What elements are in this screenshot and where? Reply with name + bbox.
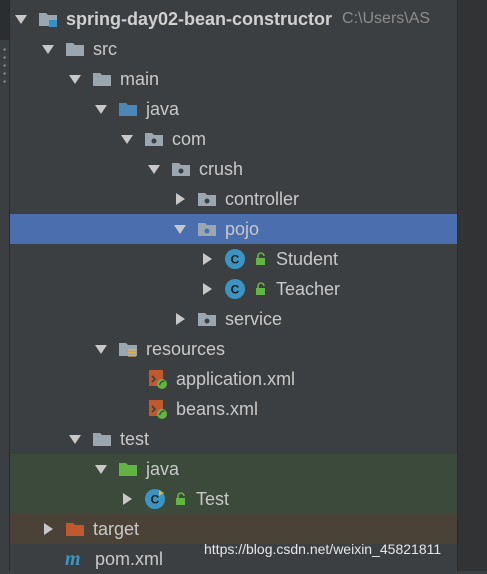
expand-arrow-icon[interactable] — [41, 42, 55, 56]
tree-item-label: Student — [276, 249, 339, 269]
tree-item-controller[interactable]: controller — [10, 184, 487, 214]
package-icon — [197, 310, 217, 328]
expand-arrow-icon[interactable] — [94, 342, 108, 356]
package-icon — [171, 160, 191, 178]
folder-icon — [92, 430, 112, 448]
project-tree: spring-day02-bean-constructor C:\Users\A… — [10, 0, 457, 571]
tree-item-main[interactable]: main — [10, 64, 487, 94]
package-icon — [144, 130, 164, 148]
tree-item-label: java — [146, 99, 180, 119]
class-icon: C — [224, 248, 246, 270]
tree-item-service[interactable]: service — [10, 304, 487, 334]
tree-item-label: Test — [196, 489, 230, 509]
tree-item-src[interactable]: src — [10, 34, 487, 64]
lock-icon — [254, 252, 268, 266]
expand-arrow-icon[interactable] — [147, 162, 161, 176]
tree-item-label: java — [146, 459, 180, 479]
tree-item-target[interactable]: target — [10, 514, 457, 544]
collapse-arrow-icon[interactable] — [120, 492, 134, 506]
tool-window-tab[interactable]: ▪ ▪ ▪ ▪ ▪ — [0, 46, 9, 86]
tree-item-label: pom.xml — [95, 549, 164, 569]
project-path: C:\Users\AS — [342, 10, 431, 27]
scrollbar-track[interactable] — [457, 0, 487, 571]
maven-icon: m — [65, 547, 81, 570]
collapse-arrow-icon[interactable] — [173, 192, 187, 206]
tree-item-java[interactable]: java — [10, 94, 487, 124]
source-folder-icon — [118, 100, 138, 118]
package-icon — [197, 220, 217, 238]
collapse-arrow-icon[interactable] — [41, 522, 55, 536]
tree-item-test-java[interactable]: java — [10, 454, 457, 484]
tree-item-label: pojo — [225, 219, 260, 239]
tree-item-label: src — [93, 39, 117, 59]
expand-arrow-icon[interactable] — [173, 222, 187, 236]
tree-item-label: beans.xml — [176, 399, 259, 419]
resources-folder-icon — [118, 340, 138, 358]
expand-arrow-icon[interactable] — [14, 12, 28, 26]
collapse-arrow-icon[interactable] — [200, 252, 214, 266]
spring-xml-icon — [148, 399, 168, 419]
excluded-folder-icon — [65, 520, 85, 538]
tree-item-beans-xml[interactable]: beans.xml — [10, 394, 487, 424]
tree-item-resources[interactable]: resources — [10, 334, 487, 364]
lock-icon — [254, 282, 268, 296]
folder-icon — [92, 70, 112, 88]
tree-item-project-root[interactable]: spring-day02-bean-constructor C:\Users\A… — [10, 4, 461, 34]
expand-arrow-icon[interactable] — [94, 462, 108, 476]
class-icon: C — [224, 278, 246, 300]
tree-item-com[interactable]: com — [10, 124, 487, 154]
collapse-arrow-icon[interactable] — [200, 282, 214, 296]
svg-text:C: C — [231, 283, 240, 297]
folder-icon — [65, 40, 85, 58]
tree-item-student[interactable]: C Student — [10, 244, 487, 274]
tree-item-teacher[interactable]: C Teacher — [10, 274, 487, 304]
svg-text:C: C — [231, 253, 240, 267]
tool-strip-header — [0, 0, 9, 40]
module-folder-icon — [38, 10, 58, 28]
expand-arrow-icon[interactable] — [68, 432, 82, 446]
tree-item-label: service — [225, 309, 283, 329]
tree-item-test[interactable]: test — [10, 424, 487, 454]
tree-item-label: com — [172, 129, 207, 149]
expand-arrow-icon[interactable] — [120, 132, 134, 146]
tree-item-pojo[interactable]: pojo — [10, 214, 457, 244]
tree-item-label: controller — [225, 189, 300, 209]
tree-item-label: crush — [199, 159, 244, 179]
spring-xml-icon — [148, 369, 168, 389]
tree-item-label: test — [120, 429, 150, 449]
svg-text:C: C — [151, 493, 160, 507]
tree-item-label: resources — [146, 339, 226, 359]
expand-arrow-icon[interactable] — [68, 72, 82, 86]
tree-item-application-xml[interactable]: application.xml — [10, 364, 487, 394]
watermark: https://blog.csdn.net/weixin_45821811 — [204, 541, 442, 557]
left-tool-strip: ▪ ▪ ▪ ▪ ▪ — [0, 0, 10, 571]
lock-icon — [174, 492, 188, 506]
tree-item-label: target — [93, 519, 140, 539]
tree-item-crush[interactable]: crush — [10, 154, 487, 184]
tree-item-label: application.xml — [176, 369, 296, 389]
test-source-folder-icon — [118, 460, 138, 478]
tree-item-label: Teacher — [276, 279, 341, 299]
package-icon — [197, 190, 217, 208]
test-class-icon: C — [144, 488, 166, 510]
project-name: spring-day02-bean-constructor — [66, 9, 333, 29]
tree-item-test-class[interactable]: C Test — [10, 484, 457, 514]
collapse-arrow-icon[interactable] — [173, 312, 187, 326]
tree-item-label: main — [120, 69, 160, 89]
expand-arrow-icon[interactable] — [94, 102, 108, 116]
